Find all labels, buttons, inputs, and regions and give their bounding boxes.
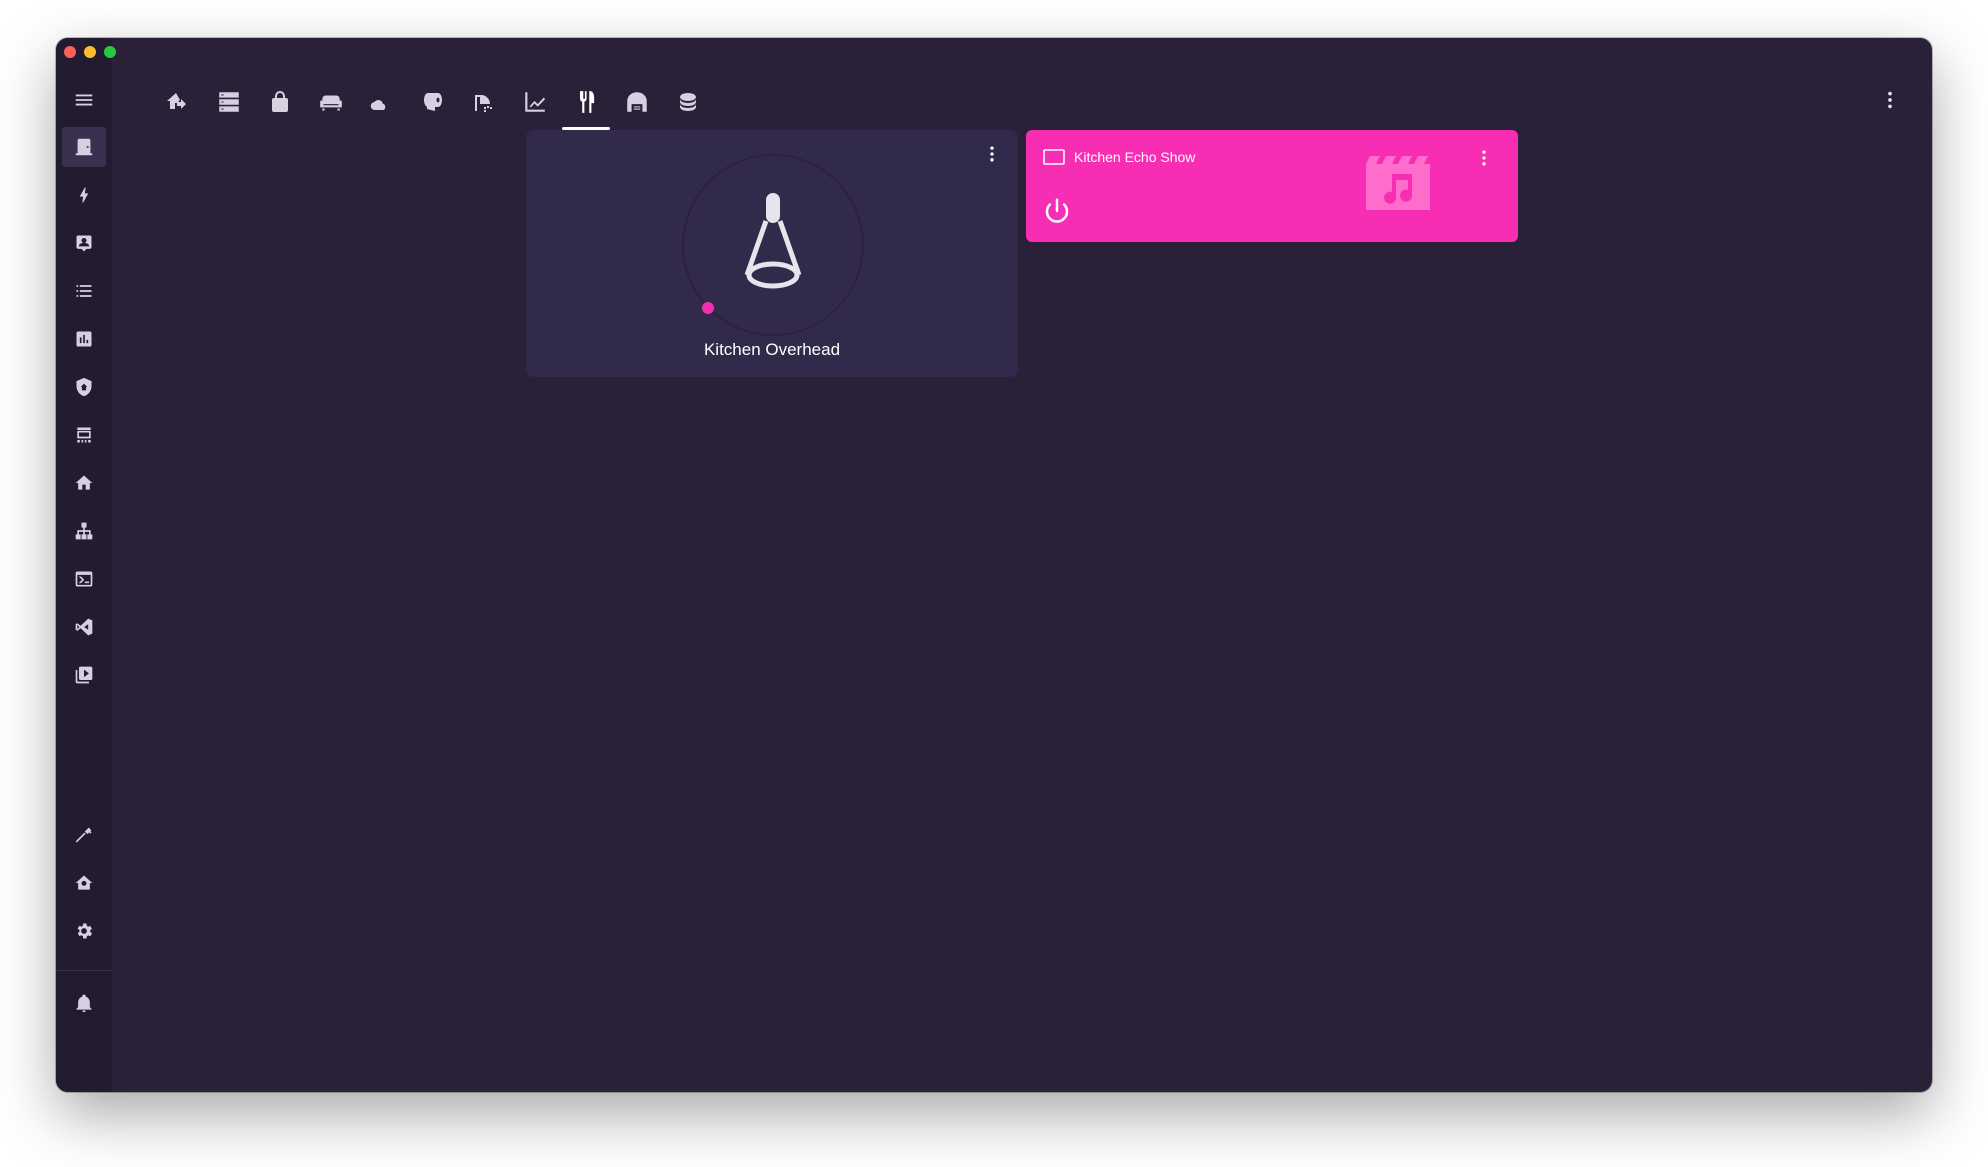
- sitemap-icon: [75, 522, 93, 540]
- shield-home-icon: [76, 377, 92, 397]
- sidebar-item-media[interactable]: [62, 655, 106, 695]
- sidebar-item-logbook[interactable]: [62, 223, 106, 263]
- home-gear-icon: [75, 875, 93, 890]
- sidebar-item-network[interactable]: [62, 511, 106, 551]
- play-box-icon: [75, 666, 93, 684]
- gear-icon: [77, 923, 92, 939]
- chart-line-icon: [525, 92, 546, 112]
- silverware-icon: [580, 91, 595, 113]
- sidebar-item-hacs[interactable]: [62, 415, 106, 455]
- brightness-handle[interactable]: [702, 302, 714, 314]
- hammer-icon: [75, 827, 92, 843]
- tab-database[interactable]: [664, 78, 712, 126]
- tab-chart[interactable]: [511, 78, 559, 126]
- code-icon: [75, 618, 93, 636]
- sidebar-item-developer-tools[interactable]: [62, 815, 106, 855]
- overflow-menu-button[interactable]: [1872, 82, 1908, 118]
- light-card[interactable]: Kitchen Overhead: [526, 130, 1018, 377]
- tab-sofa[interactable]: [307, 78, 355, 126]
- sidebar-item-notifications[interactable]: [62, 983, 106, 1023]
- music-clapper-icon: [1366, 156, 1430, 210]
- sidebar-item-vscode[interactable]: [62, 607, 106, 647]
- top-bar: [112, 38, 1932, 158]
- dots-vertical-icon: [1888, 91, 1892, 109]
- tab-kitchen[interactable]: [562, 78, 610, 130]
- close-window-button[interactable]: [64, 46, 76, 58]
- brightness-dial[interactable]: [681, 153, 865, 337]
- sidebar-item-home[interactable]: [62, 463, 106, 503]
- menu-button[interactable]: [66, 82, 102, 118]
- home-icon: [75, 475, 93, 490]
- media-player-name: Kitchen Echo Show: [1074, 149, 1196, 165]
- tab-home-import[interactable]: [154, 78, 202, 126]
- sidebar-item-history[interactable]: [62, 319, 106, 359]
- sidebar-divider: [56, 970, 112, 971]
- tab-shower[interactable]: [460, 78, 508, 126]
- media-player-card[interactable]: Kitchen Echo Show: [1026, 130, 1518, 242]
- list-icon: [76, 285, 92, 297]
- power-icon: [1045, 198, 1069, 223]
- tab-toilet-paper[interactable]: [409, 78, 457, 126]
- sidebar-item-security[interactable]: [62, 367, 106, 407]
- database-icon: [680, 93, 696, 111]
- door-icon: [75, 138, 93, 156]
- home-import-icon: [167, 93, 186, 109]
- media-card-menu-button[interactable]: [1474, 148, 1494, 173]
- sidebar-item-terminal[interactable]: [62, 559, 106, 599]
- weather-icon: [370, 95, 392, 111]
- paper-roll-icon: [424, 93, 442, 111]
- sidebar-item-settings[interactable]: [62, 911, 106, 951]
- tab-lock[interactable]: [256, 78, 304, 126]
- lock-icon: [272, 91, 288, 112]
- sidebar-item-todo[interactable]: [62, 271, 106, 311]
- sofa-icon: [320, 95, 342, 111]
- light-card-menu-button[interactable]: [982, 144, 1002, 169]
- sidebar-item-overview[interactable]: [62, 127, 106, 167]
- account-box-icon: [76, 235, 92, 252]
- tab-server[interactable]: [205, 78, 253, 126]
- power-button[interactable]: [1042, 196, 1072, 231]
- sidebar-item-home-settings[interactable]: [62, 863, 106, 903]
- window-controls: [64, 46, 116, 58]
- lamp-icon: [744, 193, 802, 289]
- sidebar-item-energy[interactable]: [62, 175, 106, 215]
- server-icon: [219, 92, 239, 112]
- garage-icon: [627, 92, 647, 112]
- light-name: Kitchen Overhead: [703, 340, 841, 359]
- shower-icon: [475, 95, 492, 112]
- television-icon: [1043, 149, 1065, 165]
- tab-weather-night[interactable]: [358, 78, 406, 126]
- bell-icon: [76, 994, 92, 1013]
- lightning-icon: [79, 187, 89, 203]
- maximize-window-button[interactable]: [104, 46, 116, 58]
- menu-icon: [75, 94, 93, 106]
- minimize-window-button[interactable]: [84, 46, 96, 58]
- tab-garage[interactable]: [613, 78, 661, 126]
- dots-vertical-icon: [990, 146, 994, 162]
- console-icon: [75, 571, 93, 587]
- sidebar: [56, 38, 112, 1092]
- dots-vertical-icon: [1482, 150, 1486, 166]
- store-icon: [77, 427, 91, 443]
- app-window: Kitchen Overhead Kitchen Echo Show: [56, 38, 1932, 1092]
- chart-box-icon: [76, 331, 92, 347]
